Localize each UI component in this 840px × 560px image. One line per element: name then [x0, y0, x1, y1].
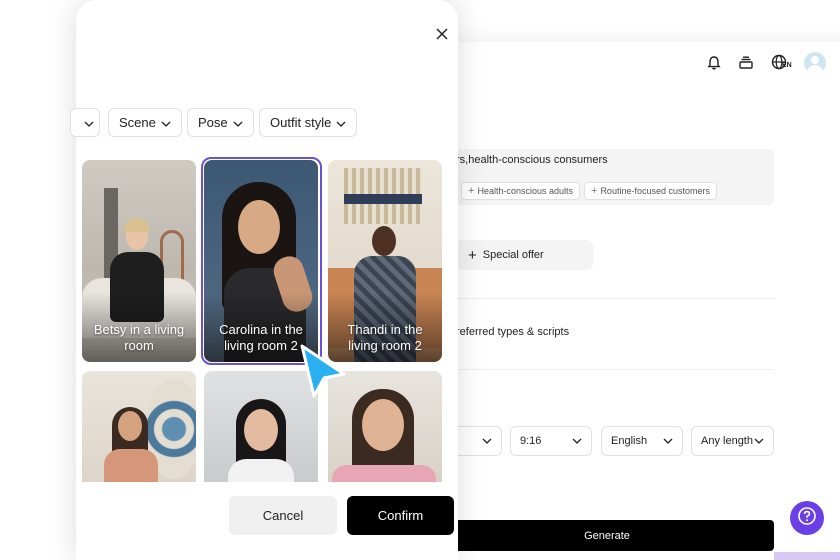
- length-select[interactable]: Any length: [691, 426, 774, 456]
- chevron-down-icon: [233, 115, 243, 130]
- confirm-button[interactable]: Confirm: [347, 496, 454, 535]
- filter-pose[interactable]: Pose: [187, 108, 254, 137]
- chevron-down-icon: [754, 435, 764, 447]
- audience-chip-health[interactable]: + Health-conscious adults: [461, 182, 580, 200]
- select-value: English: [611, 435, 648, 447]
- avatar-card-betsy[interactable]: Betsy in a living room: [82, 160, 196, 362]
- bottom-accent-strip: [774, 552, 840, 560]
- chevron-down-icon: [663, 435, 673, 447]
- background-app-window: [440, 42, 840, 560]
- select-value: Any length: [701, 435, 753, 447]
- plus-icon: +: [468, 185, 475, 197]
- selected-indicator: [201, 157, 322, 365]
- filter-label: Outfit style: [270, 115, 332, 130]
- layers-icon[interactable]: [736, 53, 756, 73]
- chip-label: Routine-focused customers: [600, 186, 710, 196]
- select-value: 9:16: [520, 435, 542, 447]
- language-badge: EN: [782, 62, 792, 69]
- language-select[interactable]: English: [601, 426, 683, 456]
- generate-button[interactable]: Generate: [440, 520, 774, 551]
- person-image: [82, 371, 196, 482]
- close-button[interactable]: [432, 26, 452, 46]
- chevron-down-icon: [482, 435, 492, 447]
- help-button[interactable]: [790, 501, 824, 535]
- plus-icon: +: [468, 246, 477, 264]
- aspect-ratio-select[interactable]: 9:16: [510, 426, 592, 456]
- globe-language-icon[interactable]: EN: [768, 53, 792, 73]
- avatar-name: Betsy in a living room: [93, 322, 185, 353]
- chevron-down-icon: [84, 115, 94, 130]
- question-icon: [797, 506, 817, 531]
- chip-label: Health-conscious adults: [477, 186, 573, 196]
- special-offer-button[interactable]: + Special offer: [456, 240, 593, 270]
- filter-label: Pose: [198, 115, 228, 130]
- filter-outfit-style[interactable]: Outfit style: [259, 108, 358, 137]
- mouse-cursor-icon: [294, 340, 350, 405]
- preferred-types-text: referred types & scripts: [456, 326, 570, 338]
- audience-chip-routine[interactable]: + Routine-focused customers: [584, 182, 717, 200]
- divider: [440, 369, 774, 370]
- chevron-down-icon: [161, 115, 171, 130]
- close-icon: [436, 27, 448, 45]
- top-bar: EN: [704, 52, 826, 74]
- filter-partial[interactable]: [70, 108, 100, 137]
- cancel-button[interactable]: Cancel: [229, 496, 337, 535]
- avatar-card-4[interactable]: [82, 371, 196, 482]
- avatar[interactable]: [804, 52, 826, 74]
- audience-text: rs,health-conscious consumers: [456, 154, 608, 166]
- divider: [440, 298, 774, 299]
- bell-icon[interactable]: [704, 53, 724, 73]
- chevron-down-icon: [336, 115, 346, 130]
- chevron-down-icon: [572, 435, 582, 447]
- plus-icon: +: [591, 185, 598, 197]
- filter-label: Scene: [119, 115, 156, 130]
- avatar-card-thandi[interactable]: Thandi in the living room 2: [328, 160, 442, 362]
- filter-scene[interactable]: Scene: [108, 108, 182, 137]
- special-offer-label: Special offer: [482, 249, 544, 261]
